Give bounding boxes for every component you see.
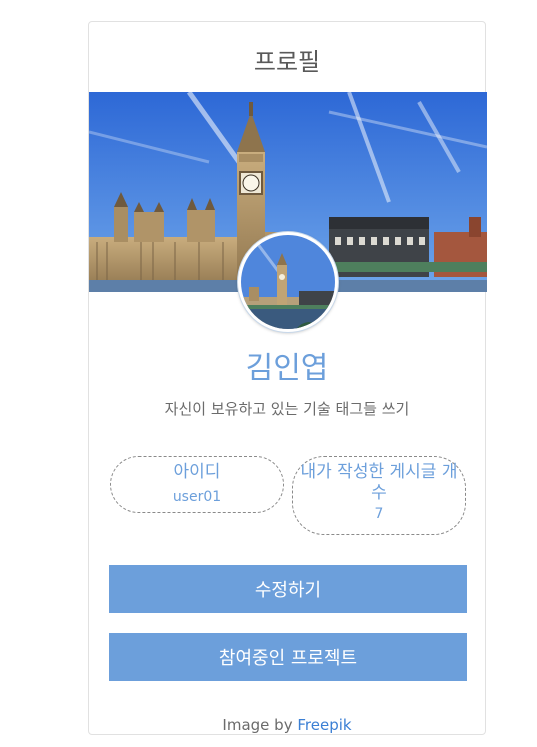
user-id-value: user01 bbox=[172, 489, 222, 505]
user-id-stat: 아이디 user01 bbox=[110, 456, 284, 513]
page-title: 프로필 bbox=[253, 48, 321, 76]
participating-projects-button[interactable]: 참여중인 프로젝트 bbox=[109, 633, 467, 681]
profile-bio: 자신이 보유하고 있는 기술 태그들 쓰기 bbox=[164, 400, 410, 418]
user-id-label: 아이디 bbox=[173, 462, 221, 482]
post-count-value: 7 bbox=[374, 506, 384, 522]
edit-profile-button[interactable]: 수정하기 bbox=[109, 565, 467, 613]
avatar bbox=[238, 232, 338, 332]
freepik-link[interactable]: Freepik bbox=[297, 716, 351, 734]
profile-card: 프로필 김인엽 자신이 보유하고 있는 기술 태그들 쓰기 아이디 user01… bbox=[88, 21, 487, 735]
image-credit-prefix: Image by bbox=[222, 716, 293, 734]
post-count-stat: 내가 작성한 게시글 개수 7 bbox=[292, 456, 466, 535]
profile-name: 김인엽 bbox=[245, 351, 329, 386]
post-count-label: 내가 작성한 게시글 개수 bbox=[300, 462, 458, 503]
image-credit: Image by Freepik bbox=[89, 715, 485, 735]
